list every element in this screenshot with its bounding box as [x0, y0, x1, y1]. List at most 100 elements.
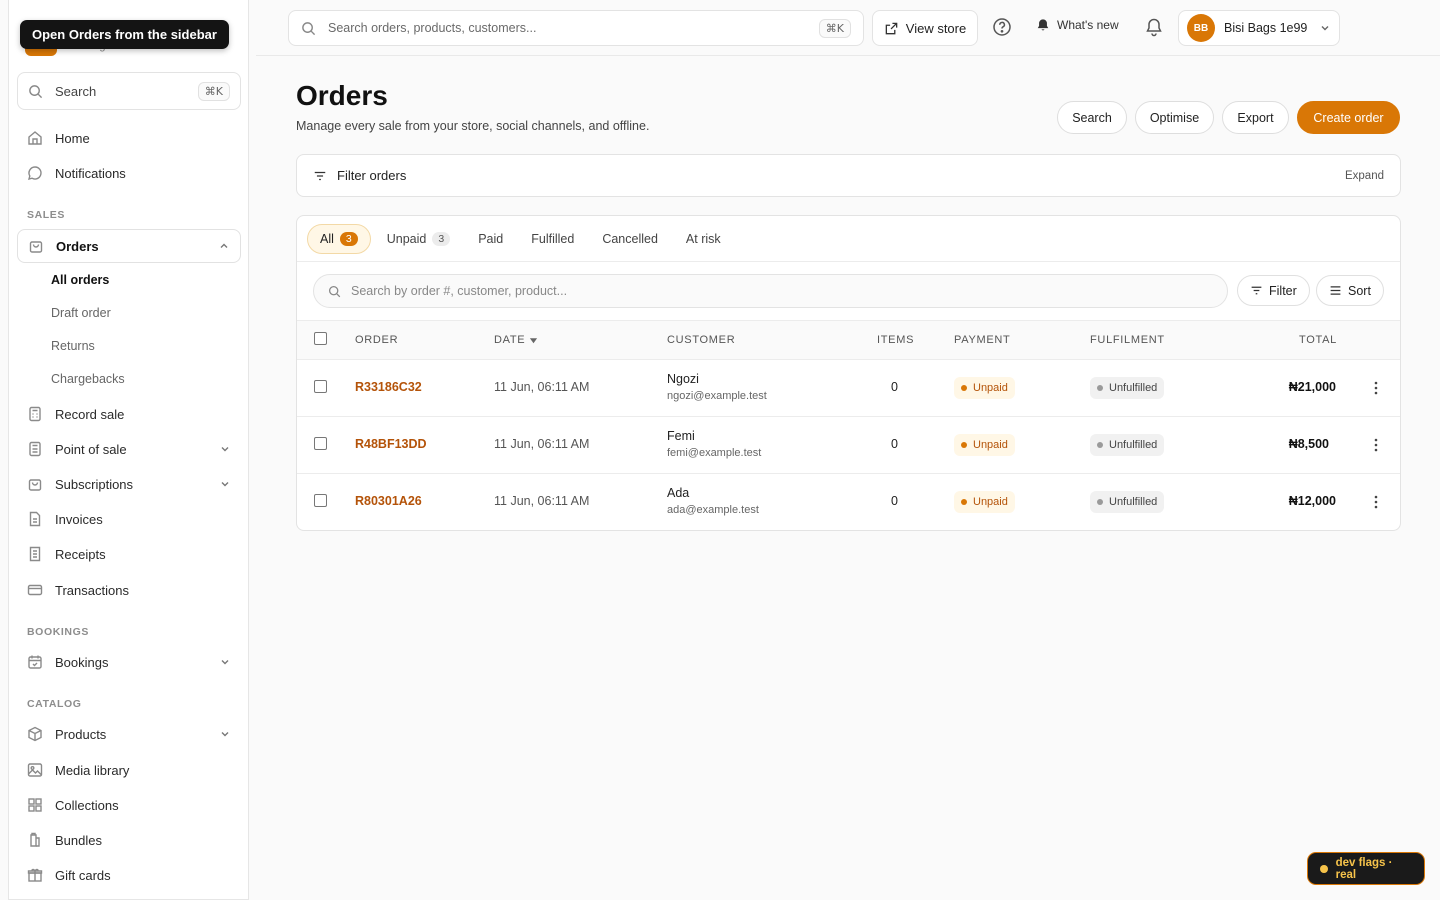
sidebar: bisi-bags-0fdc.crate.test Search ⌘K Home…: [8, 0, 249, 900]
select-all-checkbox[interactable]: [314, 332, 327, 345]
tab-all[interactable]: All 3: [307, 224, 371, 254]
tab-label: All: [320, 232, 334, 246]
sidebar-item-media-library[interactable]: Media library: [17, 753, 241, 787]
more-actions-icon[interactable]: [1368, 380, 1384, 396]
filter-icon: [1251, 286, 1262, 295]
account-switcher[interactable]: BB Bisi Bags 1e99: [1178, 10, 1340, 46]
column-header-order[interactable]: ORDER: [355, 334, 398, 346]
chevron-up-icon[interactable]: [218, 240, 230, 252]
shortcut-badge: ⌘K: [197, 81, 230, 101]
orders-table-card: All 3 Unpaid 3 Paid Fulfilled Cancelled …: [296, 215, 1401, 531]
image-icon: [27, 763, 43, 777]
order-total: ₦21,000: [1288, 380, 1336, 394]
dev-flags-badge[interactable]: dev flags · real: [1307, 852, 1425, 885]
create-order-button[interactable]: Create order: [1297, 101, 1400, 134]
sidebar-item-bundles[interactable]: Bundles: [17, 823, 241, 857]
chevron-down-icon[interactable]: [219, 443, 231, 455]
global-search-input[interactable]: Search orders, products, customers... ⌘K: [288, 10, 864, 46]
sort-down-icon: [530, 337, 538, 343]
sidebar-subitem-chargebacks[interactable]: Chargebacks: [51, 372, 125, 386]
column-header-total[interactable]: TOTAL: [1299, 334, 1337, 346]
table-row[interactable]: R48BF13DD 11 Jun, 06:11 AM Femi femi@exa…: [297, 417, 1400, 474]
filter-button[interactable]: Filter: [1237, 275, 1310, 306]
order-date: 11 Jun, 06:11 AM: [494, 494, 590, 508]
filter-icon: [314, 171, 326, 180]
sidebar-search[interactable]: Search ⌘K: [17, 72, 241, 110]
chevron-down-icon[interactable]: [219, 656, 231, 668]
search-icon: [302, 21, 316, 35]
sidebar-item-invoices[interactable]: Invoices: [17, 502, 241, 536]
column-header-date-label: DATE: [494, 334, 526, 346]
sidebar-subitem-returns[interactable]: Returns: [51, 339, 95, 353]
search-button[interactable]: Search: [1057, 101, 1127, 134]
tab-at-risk[interactable]: At risk: [674, 224, 733, 254]
row-checkbox[interactable]: [314, 494, 327, 507]
sidebar-item-home[interactable]: Home: [17, 121, 241, 155]
view-store-label: View store: [905, 20, 967, 36]
count-badge: 3: [432, 232, 451, 246]
tab-cancelled[interactable]: Cancelled: [590, 224, 670, 254]
column-header-items[interactable]: ITEMS: [877, 334, 914, 346]
tab-unpaid[interactable]: Unpaid 3: [375, 224, 462, 254]
bell-icon[interactable]: [1144, 17, 1164, 37]
expand-button[interactable]: Expand: [1345, 170, 1384, 182]
sidebar-item-collections[interactable]: Collections: [17, 788, 241, 822]
sort-button[interactable]: Sort: [1316, 275, 1384, 306]
account-name: Bisi Bags 1e99: [1224, 21, 1308, 35]
sidebar-subitem-all-orders[interactable]: All orders: [51, 273, 109, 287]
status-dot: [1097, 442, 1103, 448]
calculator-icon: [29, 406, 41, 422]
item-count: 0: [891, 380, 898, 394]
sidebar-item-orders[interactable]: Orders: [17, 229, 241, 263]
column-header-fulfilment[interactable]: FULFILMENT: [1090, 334, 1165, 346]
table-search-input[interactable]: Search by order #, customer, product...: [313, 274, 1228, 308]
chevron-down-icon[interactable]: [219, 478, 231, 490]
item-count: 0: [891, 494, 898, 508]
order-number-link[interactable]: R33186C32: [355, 380, 422, 394]
column-header-customer[interactable]: CUSTOMER: [667, 334, 735, 346]
order-number-link[interactable]: R48BF13DD: [355, 437, 427, 451]
status-dot: [961, 499, 967, 505]
tab-fulfilled[interactable]: Fulfilled: [519, 224, 586, 254]
view-store-button[interactable]: View store: [872, 10, 978, 46]
more-actions-icon[interactable]: [1368, 494, 1384, 510]
sidebar-item-receipts[interactable]: Receipts: [17, 537, 241, 571]
status-dot: [961, 442, 967, 448]
chevron-down-icon[interactable]: [219, 728, 231, 740]
sidebar-item-products[interactable]: Products: [17, 717, 241, 751]
more-actions-icon[interactable]: [1368, 437, 1384, 453]
page-title: Orders: [296, 80, 388, 111]
order-number-link[interactable]: R80301A26: [355, 494, 422, 508]
global-search-placeholder: Search orders, products, customers...: [328, 21, 537, 35]
filter-orders-bar[interactable]: Filter orders Expand: [296, 154, 1401, 197]
customer-email: ada@example.test: [667, 504, 759, 516]
shortcut-badge: ⌘K: [818, 18, 851, 38]
column-header-date[interactable]: DATE: [494, 334, 538, 346]
bag-icon: [29, 241, 43, 253]
tab-paid[interactable]: Paid: [466, 224, 515, 254]
sidebar-item-point-of-sale[interactable]: Point of sale: [17, 432, 241, 466]
divider: [297, 261, 1400, 262]
customer-name: Ngozi: [667, 372, 699, 386]
help-icon[interactable]: [992, 17, 1012, 37]
dev-flags-label: dev flags · real: [1335, 856, 1393, 881]
column-header-payment[interactable]: PAYMENT: [954, 334, 1010, 346]
sidebar-item-gift-cards[interactable]: Gift cards: [17, 858, 241, 892]
table-row[interactable]: R80301A26 11 Jun, 06:11 AM Ada ada@examp…: [297, 474, 1400, 530]
table-search-placeholder: Search by order #, customer, product...: [351, 284, 568, 298]
export-button[interactable]: Export: [1222, 101, 1289, 134]
row-checkbox[interactable]: [314, 437, 327, 450]
sidebar-subitem-draft-order[interactable]: Draft order: [51, 306, 111, 320]
sidebar-item-transactions[interactable]: Transactions: [17, 573, 241, 607]
sidebar-item-bookings[interactable]: Bookings: [17, 645, 241, 679]
optimise-button[interactable]: Optimise: [1135, 101, 1214, 134]
order-total: ₦12,000: [1288, 494, 1336, 508]
whats-new-button[interactable]: What's new: [1036, 18, 1119, 32]
sidebar-item-record-sale[interactable]: Record sale: [17, 397, 241, 431]
sidebar-item-label: Record sale: [55, 406, 125, 422]
sidebar-item-subscriptions[interactable]: Subscriptions: [17, 467, 241, 501]
sidebar-item-notifications[interactable]: Notifications: [17, 156, 241, 190]
row-checkbox[interactable]: [314, 380, 327, 393]
table-header: ORDER DATE CUSTOMER ITEMS PAYMENT FULFIL…: [297, 320, 1400, 360]
table-row[interactable]: R33186C32 11 Jun, 06:11 AM Ngozi ngozi@e…: [297, 360, 1400, 417]
